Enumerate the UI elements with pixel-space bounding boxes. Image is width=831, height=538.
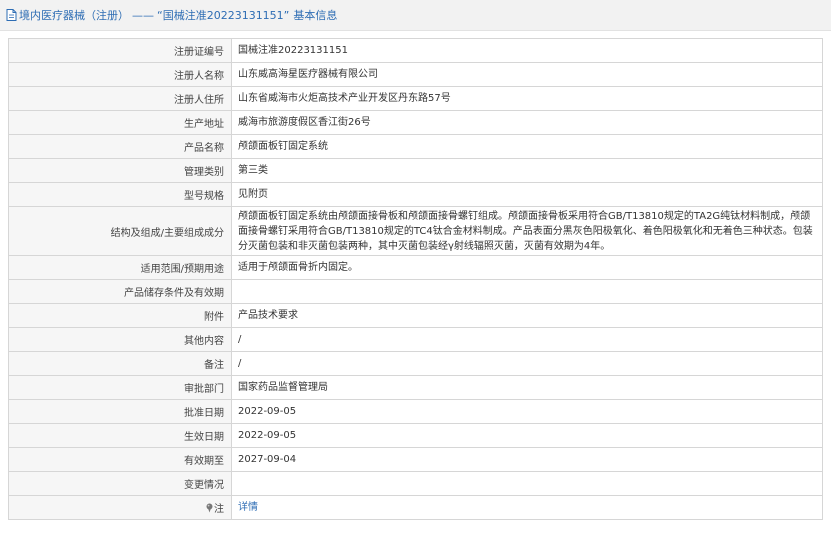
note-label-cell: 注 <box>8 495 232 520</box>
row-value: 山东省威海市火炬高技术产业开发区丹东路57号 <box>231 86 823 111</box>
row-value: 第三类 <box>231 158 823 183</box>
row-label: 型号规格 <box>8 182 232 207</box>
table-row: 生效日期 2022-09-05 <box>8 423 823 448</box>
row-label: 注 <box>214 504 224 515</box>
row-label: 注册人名称 <box>8 62 232 87</box>
table-row: 注 详情 <box>8 495 823 520</box>
table-row: 审批部门 国家药品监督管理局 <box>8 375 823 400</box>
table-row: 型号规格 见附页 <box>8 182 823 207</box>
row-value-cell: 详情 <box>231 495 823 520</box>
row-label: 批准日期 <box>8 399 232 424</box>
row-label: 结构及组成/主要组成成分 <box>8 206 232 256</box>
row-label: 审批部门 <box>8 375 232 400</box>
row-label: 备注 <box>8 351 232 376</box>
row-label: 产品储存条件及有效期 <box>8 279 232 304</box>
table-row: 管理类别 第三类 <box>8 158 823 183</box>
row-label: 注册人住所 <box>8 86 232 111</box>
row-value: 2022-09-05 <box>231 423 823 448</box>
row-value: 2027-09-04 <box>231 447 823 472</box>
table-row: 注册人名称 山东威高海星医疗器械有限公司 <box>8 62 823 87</box>
table-row: 结构及组成/主要组成成分 颅颌面板钉固定系统由颅颌面接骨板和颅颌面接骨螺钉组成。… <box>8 206 823 256</box>
row-label: 适用范围/预期用途 <box>8 255 232 280</box>
row-value: 2022-09-05 <box>231 399 823 424</box>
row-value: 威海市旅游度假区香江街26号 <box>231 110 823 135</box>
header-record-title: “国械注准20223131151” <box>157 9 290 22</box>
row-label: 管理类别 <box>8 158 232 183</box>
row-value: 国家药品监督管理局 <box>231 375 823 400</box>
row-value: / <box>231 351 823 376</box>
page-header: 境内医疗器械（注册） —— “国械注准20223131151” 基本信息 <box>0 0 831 31</box>
table-row: 其他内容 / <box>8 327 823 352</box>
row-label: 生产地址 <box>8 110 232 135</box>
row-label: 生效日期 <box>8 423 232 448</box>
table-row: 生产地址 威海市旅游度假区香江街26号 <box>8 110 823 135</box>
pin-icon <box>206 503 213 513</box>
row-label: 产品名称 <box>8 134 232 159</box>
table-row: 适用范围/预期用途 适用于颅颌面骨折内固定。 <box>8 255 823 280</box>
header-separator: —— <box>132 8 154 22</box>
table-row: 附件 产品技术要求 <box>8 303 823 328</box>
table-row: 产品名称 颅颌面板钉固定系统 <box>8 134 823 159</box>
row-value: 产品技术要求 <box>231 303 823 328</box>
details-link[interactable]: 详情 <box>238 502 258 513</box>
row-value <box>231 471 823 496</box>
row-value: 山东威高海星医疗器械有限公司 <box>231 62 823 87</box>
table-row: 注册人住所 山东省威海市火炬高技术产业开发区丹东路57号 <box>8 86 823 111</box>
table-row: 产品储存条件及有效期 <box>8 279 823 304</box>
row-label: 附件 <box>8 303 232 328</box>
detail-table-container: 注册证编号 国械注准20223131151 注册人名称 山东威高海星医疗器械有限… <box>8 38 823 520</box>
table-row: 注册证编号 国械注准20223131151 <box>8 38 823 63</box>
table-row: 有效期至 2027-09-04 <box>8 447 823 472</box>
row-value: 颅颌面板钉固定系统 <box>231 134 823 159</box>
row-label: 注册证编号 <box>8 38 232 63</box>
table-row: 备注 / <box>8 351 823 376</box>
header-suffix: 基本信息 <box>293 9 338 22</box>
table-row: 批准日期 2022-09-05 <box>8 399 823 424</box>
row-label: 其他内容 <box>8 327 232 352</box>
row-value: 适用于颅颌面骨折内固定。 <box>231 255 823 280</box>
detail-table: 注册证编号 国械注准20223131151 注册人名称 山东威高海星医疗器械有限… <box>8 38 823 520</box>
row-label: 变更情况 <box>8 471 232 496</box>
table-row: 变更情况 <box>8 471 823 496</box>
document-icon <box>6 9 17 21</box>
row-value: 颅颌面板钉固定系统由颅颌面接骨板和颅颌面接骨螺钉组成。颅颌面接骨板采用符合GB/… <box>231 206 823 256</box>
row-value: / <box>231 327 823 352</box>
header-category: 境内医疗器械（注册） <box>19 9 129 22</box>
row-value: 见附页 <box>231 182 823 207</box>
row-label: 有效期至 <box>8 447 232 472</box>
row-value: 国械注准20223131151 <box>231 38 823 63</box>
row-value <box>231 279 823 304</box>
